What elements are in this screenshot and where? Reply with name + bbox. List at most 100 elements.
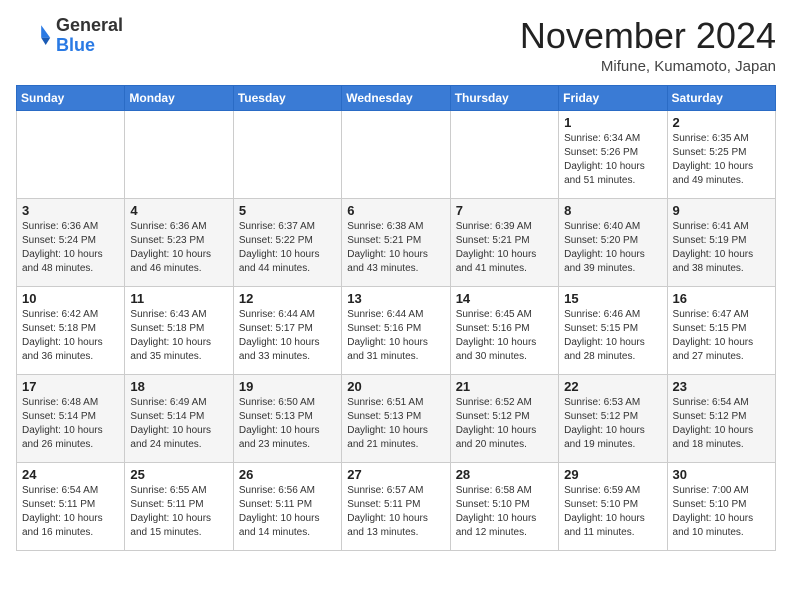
calendar-header-row: SundayMondayTuesdayWednesdayThursdayFrid… — [17, 85, 776, 110]
location: Mifune, Kumamoto, Japan — [520, 58, 776, 75]
calendar-cell — [342, 110, 450, 198]
day-number: 2 — [673, 115, 770, 130]
day-number: 10 — [22, 291, 119, 306]
calendar-cell: 8 Sunrise: 6:40 AM Sunset: 5:20 PM Daylig… — [559, 198, 667, 286]
calendar-cell: 26 Sunrise: 6:56 AM Sunset: 5:11 PM Dayli… — [233, 462, 341, 550]
calendar-cell: 22 Sunrise: 6:53 AM Sunset: 5:12 PM Dayli… — [559, 374, 667, 462]
day-number: 5 — [239, 203, 336, 218]
calendar-cell: 15Sunrise: 6:46 AM Sunset: 5:15 PM Dayli… — [559, 286, 667, 374]
day-info: Sunrise: 6:54 AM Sunset: 5:12 PM Dayligh… — [673, 396, 770, 452]
calendar-cell: 6 Sunrise: 6:38 AM Sunset: 5:21 PM Daylig… — [342, 198, 450, 286]
day-number: 14 — [456, 291, 553, 306]
logo-icon — [16, 18, 52, 54]
calendar-cell: 21 Sunrise: 6:52 AM Sunset: 5:12 PM Dayli… — [450, 374, 558, 462]
calendar-cell: 27 Sunrise: 6:57 AM Sunset: 5:11 PM Dayli… — [342, 462, 450, 550]
day-number: 29 — [564, 467, 661, 482]
day-number: 20 — [347, 379, 444, 394]
day-number: 21 — [456, 379, 553, 394]
day-number: 6 — [347, 203, 444, 218]
calendar-cell: 1Sunrise: 6:34 AM Sunset: 5:26 PM Daylig… — [559, 110, 667, 198]
logo: General Blue — [16, 16, 123, 56]
day-info: Sunrise: 6:35 AM Sunset: 5:25 PM Dayligh… — [673, 132, 770, 188]
calendar-cell — [125, 110, 233, 198]
day-number: 9 — [673, 203, 770, 218]
day-number: 7 — [456, 203, 553, 218]
col-header-sunday: Sunday — [17, 85, 125, 110]
day-info: Sunrise: 6:36 AM Sunset: 5:23 PM Dayligh… — [130, 220, 227, 276]
calendar-week-1: 1Sunrise: 6:34 AM Sunset: 5:26 PM Daylig… — [17, 110, 776, 198]
col-header-wednesday: Wednesday — [342, 85, 450, 110]
day-number: 3 — [22, 203, 119, 218]
col-header-saturday: Saturday — [667, 85, 775, 110]
day-info: Sunrise: 6:38 AM Sunset: 5:21 PM Dayligh… — [347, 220, 444, 276]
day-info: Sunrise: 6:52 AM Sunset: 5:12 PM Dayligh… — [456, 396, 553, 452]
day-info: Sunrise: 6:37 AM Sunset: 5:22 PM Dayligh… — [239, 220, 336, 276]
calendar-cell: 30Sunrise: 7:00 AM Sunset: 5:10 PM Dayli… — [667, 462, 775, 550]
calendar-cell: 11 Sunrise: 6:43 AM Sunset: 5:18 PM Dayli… — [125, 286, 233, 374]
day-number: 18 — [130, 379, 227, 394]
day-number: 28 — [456, 467, 553, 482]
day-number: 24 — [22, 467, 119, 482]
col-header-thursday: Thursday — [450, 85, 558, 110]
calendar-table: SundayMondayTuesdayWednesdayThursdayFrid… — [16, 85, 776, 551]
day-info: Sunrise: 6:44 AM Sunset: 5:16 PM Dayligh… — [347, 308, 444, 364]
col-header-friday: Friday — [559, 85, 667, 110]
day-number: 17 — [22, 379, 119, 394]
day-info: Sunrise: 6:45 AM Sunset: 5:16 PM Dayligh… — [456, 308, 553, 364]
title-block: November 2024 Mifune, Kumamoto, Japan — [520, 16, 776, 75]
calendar-cell: 16 Sunrise: 6:47 AM Sunset: 5:15 PM Dayli… — [667, 286, 775, 374]
day-number: 8 — [564, 203, 661, 218]
logo-text: General Blue — [56, 16, 123, 56]
col-header-tuesday: Tuesday — [233, 85, 341, 110]
calendar-cell: 9 Sunrise: 6:41 AM Sunset: 5:19 PM Daylig… — [667, 198, 775, 286]
calendar-cell: 25Sunrise: 6:55 AM Sunset: 5:11 PM Dayli… — [125, 462, 233, 550]
calendar-cell: 7 Sunrise: 6:39 AM Sunset: 5:21 PM Daylig… — [450, 198, 558, 286]
day-info: Sunrise: 6:42 AM Sunset: 5:18 PM Dayligh… — [22, 308, 119, 364]
calendar-week-5: 24Sunrise: 6:54 AM Sunset: 5:11 PM Dayli… — [17, 462, 776, 550]
calendar-cell — [450, 110, 558, 198]
day-info: Sunrise: 6:43 AM Sunset: 5:18 PM Dayligh… — [130, 308, 227, 364]
calendar-cell: 24Sunrise: 6:54 AM Sunset: 5:11 PM Dayli… — [17, 462, 125, 550]
calendar-cell: 17 Sunrise: 6:48 AM Sunset: 5:14 PM Dayli… — [17, 374, 125, 462]
day-info: Sunrise: 6:44 AM Sunset: 5:17 PM Dayligh… — [239, 308, 336, 364]
day-number: 1 — [564, 115, 661, 130]
day-info: Sunrise: 6:57 AM Sunset: 5:11 PM Dayligh… — [347, 484, 444, 540]
calendar-cell: 10 Sunrise: 6:42 AM Sunset: 5:18 PM Dayli… — [17, 286, 125, 374]
day-info: Sunrise: 6:53 AM Sunset: 5:12 PM Dayligh… — [564, 396, 661, 452]
day-number: 30 — [673, 467, 770, 482]
calendar-cell: 23Sunrise: 6:54 AM Sunset: 5:12 PM Dayli… — [667, 374, 775, 462]
day-info: Sunrise: 6:46 AM Sunset: 5:15 PM Dayligh… — [564, 308, 661, 364]
calendar-cell: 3 Sunrise: 6:36 AM Sunset: 5:24 PM Daylig… — [17, 198, 125, 286]
day-info: Sunrise: 6:58 AM Sunset: 5:10 PM Dayligh… — [456, 484, 553, 540]
calendar-cell: 19Sunrise: 6:50 AM Sunset: 5:13 PM Dayli… — [233, 374, 341, 462]
day-number: 16 — [673, 291, 770, 306]
calendar-cell: 28 Sunrise: 6:58 AM Sunset: 5:10 PM Dayli… — [450, 462, 558, 550]
day-info: Sunrise: 6:48 AM Sunset: 5:14 PM Dayligh… — [22, 396, 119, 452]
day-info: Sunrise: 6:56 AM Sunset: 5:11 PM Dayligh… — [239, 484, 336, 540]
calendar-week-2: 3 Sunrise: 6:36 AM Sunset: 5:24 PM Daylig… — [17, 198, 776, 286]
day-info: Sunrise: 6:59 AM Sunset: 5:10 PM Dayligh… — [564, 484, 661, 540]
day-info: Sunrise: 6:36 AM Sunset: 5:24 PM Dayligh… — [22, 220, 119, 276]
day-number: 11 — [130, 291, 227, 306]
day-number: 27 — [347, 467, 444, 482]
calendar-week-3: 10 Sunrise: 6:42 AM Sunset: 5:18 PM Dayli… — [17, 286, 776, 374]
day-number: 26 — [239, 467, 336, 482]
day-number: 25 — [130, 467, 227, 482]
day-number: 22 — [564, 379, 661, 394]
calendar-cell: 20Sunrise: 6:51 AM Sunset: 5:13 PM Dayli… — [342, 374, 450, 462]
day-number: 19 — [239, 379, 336, 394]
calendar-cell: 4 Sunrise: 6:36 AM Sunset: 5:23 PM Daylig… — [125, 198, 233, 286]
calendar-cell: 5 Sunrise: 6:37 AM Sunset: 5:22 PM Daylig… — [233, 198, 341, 286]
day-info: Sunrise: 6:41 AM Sunset: 5:19 PM Dayligh… — [673, 220, 770, 276]
day-info: Sunrise: 6:47 AM Sunset: 5:15 PM Dayligh… — [673, 308, 770, 364]
day-info: Sunrise: 6:49 AM Sunset: 5:14 PM Dayligh… — [130, 396, 227, 452]
day-number: 12 — [239, 291, 336, 306]
calendar-cell: 12 Sunrise: 6:44 AM Sunset: 5:17 PM Dayli… — [233, 286, 341, 374]
day-info: Sunrise: 6:39 AM Sunset: 5:21 PM Dayligh… — [456, 220, 553, 276]
day-number: 4 — [130, 203, 227, 218]
col-header-monday: Monday — [125, 85, 233, 110]
calendar-week-4: 17 Sunrise: 6:48 AM Sunset: 5:14 PM Dayli… — [17, 374, 776, 462]
day-info: Sunrise: 6:40 AM Sunset: 5:20 PM Dayligh… — [564, 220, 661, 276]
calendar-cell: 29 Sunrise: 6:59 AM Sunset: 5:10 PM Dayli… — [559, 462, 667, 550]
calendar-cell: 2 Sunrise: 6:35 AM Sunset: 5:25 PM Daylig… — [667, 110, 775, 198]
